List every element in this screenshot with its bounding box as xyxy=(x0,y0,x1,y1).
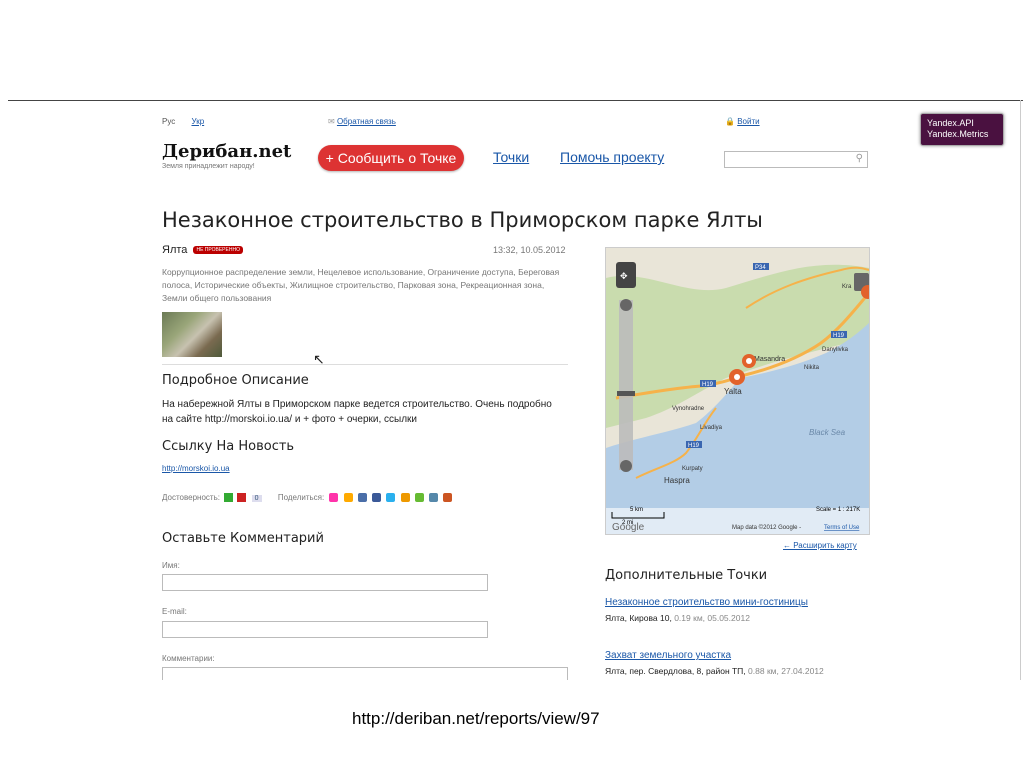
section-divider xyxy=(162,364,568,365)
trust-count: 0 xyxy=(251,495,262,502)
comment-field[interactable] xyxy=(162,667,568,680)
map-terms-link[interactable]: Terms of Use xyxy=(824,525,860,531)
map-label-masandra: Masandra xyxy=(754,356,785,363)
extra-point-place: Ялта, пер. Свердлова, 8, район ТП, xyxy=(605,666,746,676)
report-city: Ялта НЕ ПРОВЕРЕННО xyxy=(162,244,243,256)
yandex-tooltip: Yandex.API Yandex.Metrics xyxy=(920,113,1004,146)
page-title: Незаконное строительство в Приморском па… xyxy=(162,208,763,232)
share-vkontakte-icon[interactable] xyxy=(357,493,367,503)
share-bookmark-icon[interactable] xyxy=(429,493,439,503)
map-label-yalta: Yalta xyxy=(724,387,742,396)
tooltip-line-metrics: Yandex.Metrics xyxy=(927,129,989,139)
extra-point-place: Ялта, Кирова 10, xyxy=(605,613,672,623)
map-label-livadiya: Livadiya xyxy=(700,425,723,431)
map-pan-control[interactable]: ✥ xyxy=(616,262,636,288)
map-label-black-sea: Black Sea xyxy=(809,428,846,437)
share-facebook-icon[interactable] xyxy=(372,493,382,503)
name-label: Имя: xyxy=(162,561,180,570)
map-marker[interactable] xyxy=(729,369,745,385)
vote-up-icon[interactable] xyxy=(224,493,234,503)
feedback-link[interactable]: ✉ Обратная связь xyxy=(328,117,396,126)
map-widget[interactable]: P34 H19 H19 H19 Yalta Vynohradne Livadiy… xyxy=(605,247,870,535)
site-tagline: Земля принадлежит народу! xyxy=(162,163,255,170)
login-label: Войти xyxy=(737,117,760,126)
map-scale-ratio: Scale = 1 : 217K xyxy=(816,507,860,513)
map-text-p34: P34 xyxy=(755,265,766,271)
comment-heading: Оставьте Комментарий xyxy=(162,531,324,546)
extra-point-title[interactable]: Незаконное строительство мини-гостиницы xyxy=(605,597,808,608)
share-twitter-icon[interactable] xyxy=(386,493,396,503)
extra-point-title[interactable]: Захват земельного участка xyxy=(605,650,731,661)
map-label-kurpaty: Kurpaty xyxy=(682,466,703,472)
more-points-heading: Дополнительные Точки xyxy=(605,568,768,583)
right-divider xyxy=(1020,100,1021,680)
map-text-h19b: H19 xyxy=(702,382,714,388)
vote-down-icon[interactable] xyxy=(237,493,247,503)
news-link[interactable]: http://morskoi.io.ua xyxy=(162,464,230,473)
lock-icon: 🔒 xyxy=(725,117,735,126)
map-zoom-slider[interactable] xyxy=(617,299,635,472)
report-point-button[interactable]: + Сообщить о Точке xyxy=(318,145,464,171)
city-name: Ялта xyxy=(162,244,188,256)
zoom-out-icon[interactable] xyxy=(620,460,632,472)
name-field[interactable] xyxy=(162,574,488,591)
site-logo[interactable]: Дерибан.net xyxy=(162,141,291,162)
top-divider xyxy=(8,100,1023,101)
report-categories: Коррупционное распределение земли, Нецел… xyxy=(162,267,560,303)
share-odnoklassniki-icon[interactable] xyxy=(343,493,353,503)
status-badge: НЕ ПРОВЕРЕННО xyxy=(193,246,243,255)
feedback-label: Обратная связь xyxy=(336,117,396,126)
search-icon[interactable]: ⚲ xyxy=(856,153,863,164)
map-label-danylivka: Danylivka xyxy=(822,347,849,353)
map-attribution: Map data ©2012 Google - xyxy=(732,524,801,531)
report-photo-thumbnail[interactable] xyxy=(162,312,222,357)
map-label-vynohradne: Vynohradne xyxy=(672,406,705,412)
zoom-in-icon[interactable] xyxy=(620,299,632,311)
share-moimir-icon[interactable] xyxy=(400,493,410,503)
share-label: Поделиться: xyxy=(277,493,325,502)
share-liveinternet-icon[interactable] xyxy=(414,493,424,503)
share-email-icon[interactable] xyxy=(329,493,339,503)
extra-point-meta: Ялта, Кирова 10, 0.19 км, 05.05.2012 xyxy=(605,613,750,623)
description-heading: Подробное Описание xyxy=(162,373,309,388)
email-field[interactable] xyxy=(162,621,488,638)
lang-ua[interactable]: Укр xyxy=(191,117,204,126)
nav-help-project[interactable]: Помочь проекту xyxy=(560,149,664,165)
extra-point-distance-date: 0.88 км, 27.04.2012 xyxy=(748,666,824,676)
map-text-h19a: H19 xyxy=(833,333,845,339)
nav-points[interactable]: Точки xyxy=(493,149,529,165)
expand-map-link[interactable]: ← Расширить карту xyxy=(783,541,857,550)
page-url-caption: http://deriban.net/reports/view/97 xyxy=(352,709,600,728)
trust-bar: Достоверность: 0 Поделиться: xyxy=(162,493,453,503)
email-label: E-mail: xyxy=(162,607,187,616)
search-input[interactable]: ⚲ xyxy=(724,151,868,168)
login-link[interactable]: 🔒 Войти xyxy=(725,117,760,126)
mouse-cursor-icon: ↖ xyxy=(313,351,325,367)
map-scale-km: 5 km xyxy=(630,507,643,513)
svg-text:✥: ✥ xyxy=(620,272,628,282)
language-switch: Рус Укр xyxy=(162,117,218,126)
lang-ru[interactable]: Рус xyxy=(162,117,175,126)
comment-label: Комментарии: xyxy=(162,654,215,663)
extra-point-meta: Ялта, пер. Свердлова, 8, район ТП, 0.88 … xyxy=(605,666,824,676)
map-label-haspra: Haspra xyxy=(664,476,690,485)
google-logo: Google xyxy=(612,522,645,533)
zoom-slider-thumb[interactable] xyxy=(617,391,635,396)
report-datetime: 13:32, 10.05.2012 xyxy=(493,245,566,255)
description-text: На набережной Ялты в Приморском парке ве… xyxy=(162,399,552,425)
trust-label: Достоверность: xyxy=(162,493,220,502)
share-google-icon[interactable] xyxy=(443,493,453,503)
map-label-kra: Kra xyxy=(842,284,852,290)
map-label-nikita: Nikita xyxy=(804,365,820,371)
tooltip-line-api: Yandex.API xyxy=(927,118,974,128)
news-heading: Ссылку На Новость xyxy=(162,439,295,454)
map-marker[interactable] xyxy=(742,354,756,368)
envelope-icon: ✉ xyxy=(328,117,335,126)
extra-point-distance-date: 0.19 км, 05.05.2012 xyxy=(674,613,750,623)
map-text-h19c: H19 xyxy=(688,443,700,449)
